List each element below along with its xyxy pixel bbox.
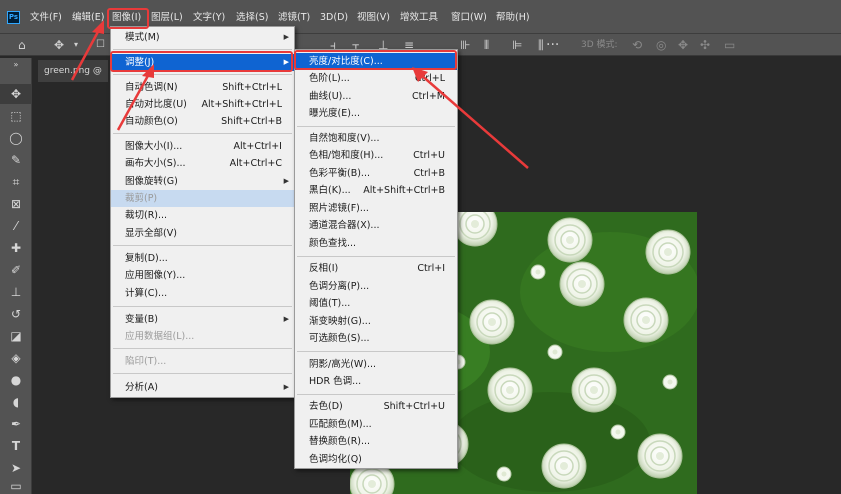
arrow-to-adjustments bbox=[116, 64, 154, 131]
arrow-to-brightness-contrast bbox=[412, 67, 529, 169]
annotation-arrows bbox=[70, 20, 529, 169]
arrow-to-image-menu bbox=[70, 20, 104, 81]
